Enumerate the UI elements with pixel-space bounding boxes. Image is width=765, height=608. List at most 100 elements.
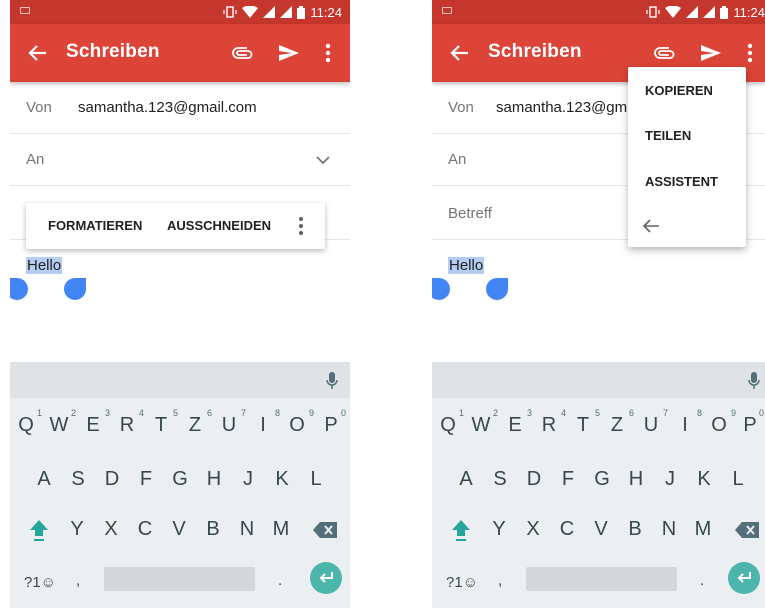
- enter-key[interactable]: [310, 562, 342, 594]
- key-x[interactable]: X: [518, 518, 548, 541]
- key-l[interactable]: L: [301, 468, 331, 491]
- key-hint: 4: [561, 408, 567, 418]
- comma-key[interactable]: ,: [498, 572, 502, 589]
- period-key[interactable]: .: [278, 572, 282, 589]
- key-n[interactable]: N: [232, 518, 262, 541]
- body-selected-text[interactable]: Hello: [26, 257, 63, 274]
- attach-icon[interactable]: [654, 44, 676, 62]
- key-f[interactable]: F: [131, 468, 161, 491]
- more-options-icon[interactable]: [324, 42, 332, 64]
- key-h[interactable]: H: [621, 468, 651, 491]
- key-s[interactable]: S: [63, 468, 93, 491]
- key-f[interactable]: F: [553, 468, 583, 491]
- body-selected-text[interactable]: Hello: [448, 257, 485, 274]
- key-e[interactable]: E: [500, 414, 530, 437]
- from-label: Von: [26, 99, 52, 116]
- key-l[interactable]: L: [723, 468, 753, 491]
- key-m[interactable]: M: [688, 518, 718, 541]
- key-h[interactable]: H: [199, 468, 229, 491]
- key-t[interactable]: T: [146, 414, 176, 437]
- more-options-icon[interactable]: [298, 216, 304, 236]
- selection-handle-end[interactable]: [486, 278, 508, 300]
- selection-handle-start[interactable]: [10, 278, 28, 300]
- key-b[interactable]: B: [198, 518, 228, 541]
- key-r[interactable]: R: [534, 414, 564, 437]
- status-bar: 11:24: [10, 0, 350, 24]
- copy-menu-item[interactable]: KOPIEREN: [645, 83, 713, 98]
- key-j[interactable]: J: [233, 468, 263, 491]
- wifi-icon: [665, 6, 682, 18]
- format-button[interactable]: FORMATIEREN: [48, 218, 142, 233]
- attach-icon[interactable]: [232, 44, 254, 62]
- key-v[interactable]: V: [586, 518, 616, 541]
- backspace-icon[interactable]: [313, 522, 337, 538]
- send-icon[interactable]: [278, 42, 300, 64]
- shift-icon[interactable]: [28, 518, 50, 542]
- send-icon[interactable]: [700, 42, 722, 64]
- key-k[interactable]: K: [267, 468, 297, 491]
- key-i[interactable]: I: [670, 414, 700, 437]
- backspace-icon[interactable]: [735, 522, 759, 538]
- key-m[interactable]: M: [266, 518, 296, 541]
- key-hint: 6: [207, 408, 213, 418]
- key-z[interactable]: Z: [180, 414, 210, 437]
- space-bar[interactable]: [104, 567, 255, 591]
- more-options-icon[interactable]: [746, 42, 754, 64]
- key-e[interactable]: E: [78, 414, 108, 437]
- keyboard-suggestion-strip: [10, 362, 350, 398]
- key-t[interactable]: T: [568, 414, 598, 437]
- selection-handle-start[interactable]: [432, 278, 450, 300]
- key-c[interactable]: C: [552, 518, 582, 541]
- microphone-icon[interactable]: [748, 372, 760, 390]
- microphone-icon[interactable]: [326, 372, 338, 390]
- key-b[interactable]: B: [620, 518, 650, 541]
- back-arrow-icon[interactable]: [448, 42, 470, 64]
- key-c[interactable]: C: [130, 518, 160, 541]
- key-i[interactable]: I: [248, 414, 278, 437]
- key-j[interactable]: J: [655, 468, 685, 491]
- symbols-key[interactable]: ?1☺: [24, 574, 56, 591]
- key-w[interactable]: W: [466, 414, 496, 437]
- key-v[interactable]: V: [164, 518, 194, 541]
- key-g[interactable]: G: [165, 468, 195, 491]
- symbols-key[interactable]: ?1☺: [446, 574, 478, 591]
- assist-menu-item[interactable]: ASSISTENT: [645, 174, 718, 189]
- key-g[interactable]: G: [587, 468, 617, 491]
- key-d[interactable]: D: [519, 468, 549, 491]
- back-arrow-icon[interactable]: [642, 218, 660, 234]
- key-w[interactable]: W: [44, 414, 74, 437]
- key-hint: 6: [629, 408, 635, 418]
- comma-key[interactable]: ,: [76, 572, 80, 589]
- selection-handle-end[interactable]: [64, 278, 86, 300]
- key-hint: 8: [697, 408, 703, 418]
- key-u[interactable]: U: [214, 414, 244, 437]
- shift-icon[interactable]: [450, 518, 472, 542]
- app-bar: Schreiben: [10, 24, 350, 82]
- enter-icon: [737, 572, 751, 583]
- key-n[interactable]: N: [654, 518, 684, 541]
- key-r[interactable]: R: [112, 414, 142, 437]
- to-field[interactable]: An: [10, 134, 350, 186]
- chevron-down-icon[interactable]: [316, 155, 330, 165]
- space-bar[interactable]: [526, 567, 677, 591]
- key-y[interactable]: Y: [484, 518, 514, 541]
- key-o[interactable]: O: [704, 414, 734, 437]
- enter-key[interactable]: [728, 562, 760, 594]
- key-o[interactable]: O: [282, 414, 312, 437]
- key-a[interactable]: A: [451, 468, 481, 491]
- cut-button[interactable]: AUSSCHNEIDEN: [167, 218, 271, 233]
- key-x[interactable]: X: [96, 518, 126, 541]
- share-menu-item[interactable]: TEILEN: [645, 128, 691, 143]
- key-d[interactable]: D: [97, 468, 127, 491]
- key-y[interactable]: Y: [62, 518, 92, 541]
- back-arrow-icon[interactable]: [26, 42, 48, 64]
- from-field[interactable]: Von samantha.123@gmail.com: [10, 82, 350, 134]
- key-z[interactable]: Z: [602, 414, 632, 437]
- vibrate-icon: [646, 6, 661, 18]
- period-key[interactable]: .: [700, 572, 704, 589]
- battery-icon: [297, 5, 306, 19]
- key-u[interactable]: U: [636, 414, 666, 437]
- key-k[interactable]: K: [689, 468, 719, 491]
- key-s[interactable]: S: [485, 468, 515, 491]
- key-a[interactable]: A: [29, 468, 59, 491]
